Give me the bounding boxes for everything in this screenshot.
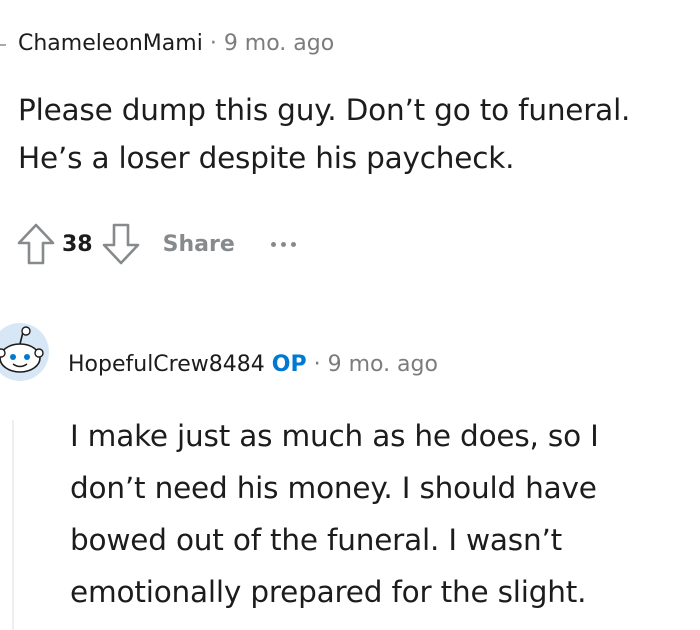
thread-connector — [0, 44, 6, 46]
meta-separator: · — [313, 352, 321, 377]
comment-meta: HopefulCrew8484 OP · 9 mo. ago — [68, 351, 438, 379]
comment-author[interactable]: ChameleonMami — [18, 31, 203, 56]
ellipsis-icon — [270, 241, 276, 247]
ellipsis-icon — [290, 241, 296, 247]
comment-text-line: bowed out of the funeral. I wasn’t — [70, 523, 563, 557]
avatar[interactable] — [0, 322, 50, 382]
arrow-up-outline-icon — [17, 223, 55, 265]
comment-text-line: Please dump this guy. Don’t go to funera… — [18, 93, 631, 127]
comment-text-line: don’t need his money. I should have — [70, 471, 597, 505]
comment-author[interactable]: HopefulCrew8484 — [68, 352, 265, 377]
comment-meta: ChameleonMami · 9 mo. ago — [18, 30, 334, 58]
share-button[interactable]: Share — [163, 232, 235, 257]
comment-hopefulcrew8484: HopefulCrew8484 OP · 9 mo. ago I make ju… — [0, 300, 700, 630]
thread-collapse-line[interactable] — [12, 420, 14, 630]
ellipsis-icon — [280, 241, 286, 247]
more-options-button[interactable] — [270, 241, 296, 247]
arrow-down-outline-icon — [102, 223, 139, 265]
meta-separator: · — [209, 31, 217, 56]
comment-actions: 38 Share — [12, 218, 296, 270]
comment-body: Please dump this guy. Don’t go to funera… — [18, 86, 700, 182]
upvote-button[interactable] — [12, 218, 60, 270]
comment-timestamp[interactable]: 9 mo. ago — [224, 31, 334, 56]
comment-body: I make just as much as he does, so I don… — [70, 410, 700, 618]
comment-timestamp[interactable]: 9 mo. ago — [328, 352, 438, 377]
comment-text-line: I make just as much as he does, so I — [70, 419, 599, 453]
comment-chameleonmami: ChameleonMami · 9 mo. ago Please dump th… — [0, 0, 700, 290]
reddit-snoo-avatar-icon — [0, 323, 49, 381]
vote-score: 38 — [62, 231, 93, 257]
op-badge: OP — [271, 352, 307, 377]
downvote-button[interactable] — [97, 218, 145, 270]
comment-text-line: He’s a loser despite his paycheck. — [18, 141, 515, 175]
comment-text-line: emotionally prepared for the slight. — [70, 575, 587, 609]
